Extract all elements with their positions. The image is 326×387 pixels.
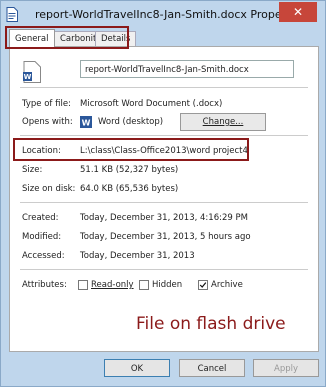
tab-details[interactable]: Details [95,31,137,46]
word-document-icon: W [23,61,41,83]
created-label: Created: [22,213,59,223]
modified-label: Modified: [22,232,62,242]
location-label: Location: [22,146,61,156]
opens-with-value: Word (desktop) [98,117,164,127]
hidden-checkbox[interactable] [139,280,149,290]
read-only-checkbox[interactable] [78,280,88,290]
archive-label[interactable]: Archive [211,280,243,290]
tab-general[interactable]: General [9,29,55,47]
filename-field[interactable]: report-WorldTravelInc8-Jan-Smith.docx [80,60,294,78]
size-on-disk-label: Size on disk: [22,184,76,194]
svg-text:W: W [24,73,32,81]
change-button[interactable]: Change... [180,113,266,131]
accessed-label: Accessed: [22,251,65,261]
divider [20,269,308,270]
properties-window: report-WorldTravelInc8-Jan-Smith.docx Pr… [0,0,326,387]
opens-with-label: Opens with: [22,117,73,127]
divider [20,87,308,88]
apply-button[interactable]: Apply [253,359,319,377]
read-only-label[interactable]: Read-only [91,280,134,290]
location-value: L:\class\Class-Office2013\word project4 [80,146,248,156]
hidden-label[interactable]: Hidden [152,280,182,290]
size-on-disk-value: 64.0 KB (65,536 bytes) [80,184,179,194]
divider [20,135,308,136]
divider [20,202,308,203]
tab-strip: General Carbonite Details [9,29,319,47]
attributes-label: Attributes: [22,280,67,290]
check-icon [199,282,207,288]
window-title: report-WorldTravelInc8-Jan-Smith.docx Pr… [35,8,307,21]
annotation-text: File on flash drive [136,314,286,334]
document-icon [6,7,18,22]
size-value: 51.1 KB (52,327 bytes) [80,165,179,175]
close-button[interactable]: ✕ [279,2,317,22]
created-value: Today, December 31, 2013, 4:16:29 PM [80,213,248,223]
accessed-value: Today, December 31, 2013 [80,251,195,261]
modified-value: Today, December 31, 2013, 5 hours ago [80,232,251,242]
svg-text:W: W [82,119,91,128]
size-label: Size: [22,165,43,175]
cancel-button[interactable]: Cancel [179,359,245,377]
title-bar[interactable]: report-WorldTravelInc8-Jan-Smith.docx Pr… [1,1,325,29]
general-panel: W report-WorldTravelInc8-Jan-Smith.docx … [9,46,319,352]
archive-checkbox[interactable] [198,280,208,290]
type-label: Type of file: [22,99,71,109]
word-app-icon: W [80,116,92,128]
type-value: Microsoft Word Document (.docx) [80,99,223,109]
ok-button[interactable]: OK [104,359,170,377]
change-button-label: Change... [202,117,244,127]
